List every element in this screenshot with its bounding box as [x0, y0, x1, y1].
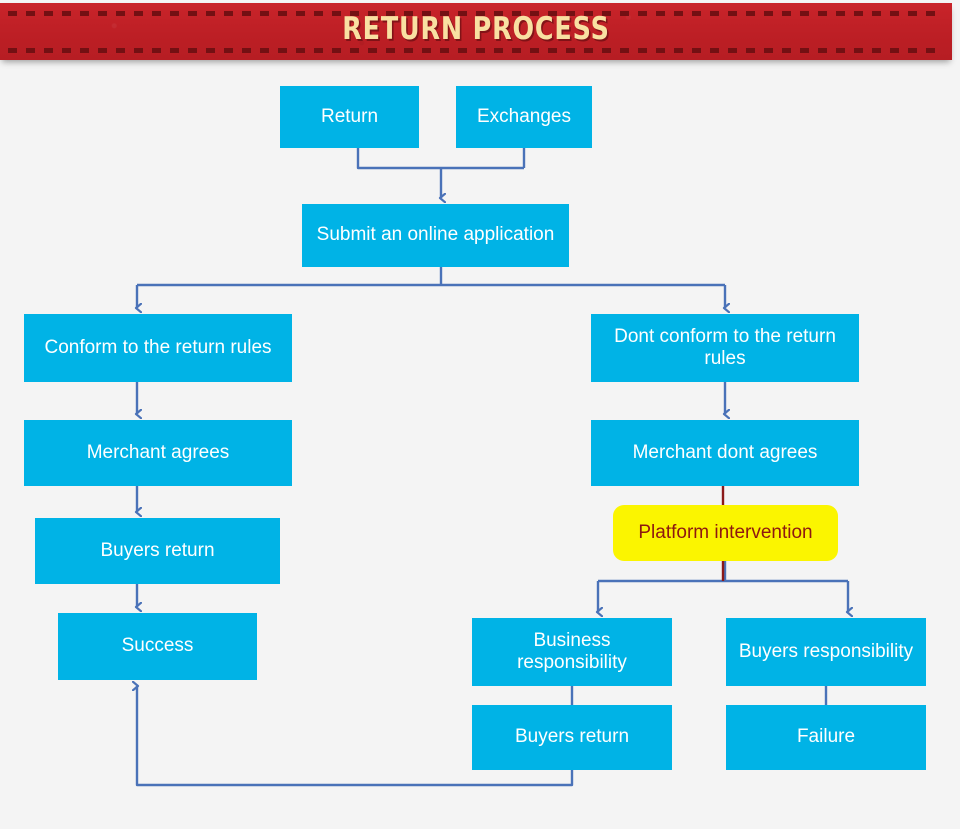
node-merchant-agrees[interactable]: Merchant agrees [24, 420, 292, 486]
node-return[interactable]: Return [280, 86, 419, 148]
node-label: Buyers return [100, 539, 215, 561]
node-label: Merchant agrees [86, 441, 230, 463]
node-business-responsibility[interactable]: Business responsibility [472, 618, 672, 686]
node-failure[interactable]: Failure [726, 705, 926, 770]
node-buyers-responsibility[interactable]: Buyers responsibility [726, 618, 926, 686]
node-buyers-return-right[interactable]: Buyers return [472, 705, 672, 770]
node-dont-conform-to-the-return-rules[interactable]: Dont conform to the return rules [591, 314, 859, 382]
node-label: Failure [796, 726, 856, 748]
node-merchant-dont-agrees[interactable]: Merchant dont agrees [591, 420, 859, 486]
node-label: Buyers return [514, 726, 630, 748]
flowchart-canvas: Return Exchanges Submit an online applic… [0, 62, 960, 829]
page-title: RETURN PROCESS [342, 11, 610, 47]
node-platform-intervention[interactable]: Platform intervention [613, 505, 838, 561]
node-label: Return [320, 105, 379, 127]
node-conform-to-the-return-rules[interactable]: Conform to the return rules [24, 314, 292, 382]
node-label: Success [121, 635, 194, 657]
node-label: Platform intervention [638, 521, 813, 543]
node-exchanges[interactable]: Exchanges [456, 86, 592, 148]
flowchart-page: RETURN PROCESS Return Exchanges Submit a… [0, 0, 960, 829]
banner-dashed-line-bottom [8, 48, 944, 53]
node-label: Buyers responsibility [738, 640, 914, 662]
node-label: Submit an online application [316, 224, 555, 246]
node-success[interactable]: Success [58, 613, 257, 680]
edge-submit-split [137, 267, 725, 287]
node-label: Exchanges [476, 105, 571, 127]
node-label: Business responsibility [517, 629, 627, 673]
node-submit-an-online-application[interactable]: Submit an online application [302, 204, 569, 267]
node-label: Conform to the return rules [44, 336, 272, 358]
edge-return-to-submit [356, 148, 524, 170]
node-label: Dont conform to the return rules [614, 325, 836, 369]
node-buyers-return-left[interactable]: Buyers return [35, 518, 280, 584]
node-label: Merchant dont agrees [632, 441, 818, 463]
